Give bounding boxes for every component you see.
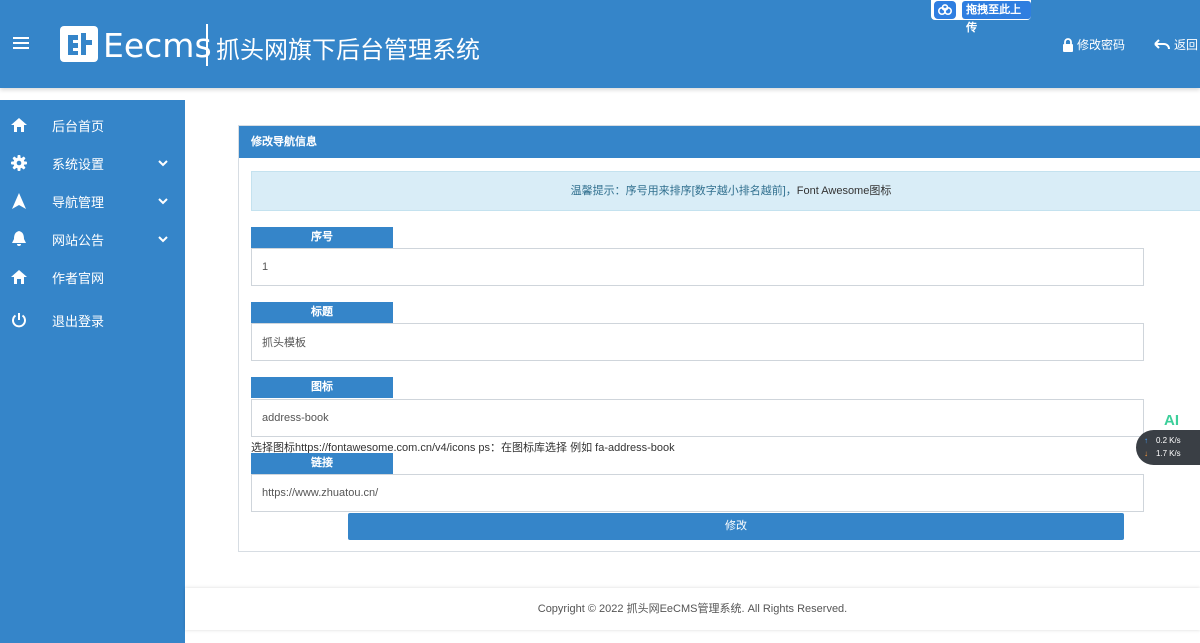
brand-name: Eecms (103, 26, 212, 65)
sidebar-item-label: 作者官网 (52, 270, 105, 286)
tip-text: 温馨提示：序号用来排序[数字越小排名越前]， (570, 185, 797, 197)
back-label: 返回 (1174, 38, 1199, 52)
upload-speed-row: ↑ 0.2 K/s (1144, 436, 1181, 445)
sidebar-item-logout[interactable]: 退出登录 (0, 305, 185, 335)
download-speed-unit: K/s (1169, 449, 1181, 458)
gear-icon (10, 155, 27, 172)
undo-icon (1154, 38, 1170, 49)
download-speed-value: 1.7 (1156, 449, 1168, 458)
order-input[interactable] (251, 248, 1144, 286)
upload-badge-label: 拖拽至此上传 (962, 1, 1031, 34)
title-input[interactable] (251, 323, 1144, 361)
sidebar-item-label: 导航管理 (52, 194, 105, 210)
link-label: 链接 (251, 453, 393, 474)
home-icon (10, 117, 27, 134)
sidebar-item-navigation[interactable]: 导航管理 (0, 186, 185, 216)
icon-label: 图标 (251, 377, 393, 398)
change-password-link[interactable]: 修改密码 (1062, 36, 1125, 53)
brand-divider (206, 24, 208, 66)
sidebar-item-label: 退出登录 (52, 313, 105, 329)
footer-copyright: Copyright © 2022 抓头网EeCMS管理系统. All Right… (185, 588, 1200, 630)
menu-toggle-icon[interactable] (13, 37, 29, 49)
download-speed-row: ↓ 1.7 K/s (1144, 449, 1181, 458)
edit-nav-panel: 修改导航信息 温馨提示：序号用来排序[数字越小排名越前]，Font Awesom… (238, 125, 1200, 552)
sidebar-item-label: 网站公告 (52, 232, 105, 248)
tip-fontawesome-text: Font Awesome图标 (796, 185, 892, 197)
submit-button[interactable]: 修改 (348, 513, 1124, 540)
change-password-label: 修改密码 (1077, 38, 1126, 52)
sidebar-item-label: 后台首页 (52, 118, 105, 134)
eecms-logo-icon (60, 26, 98, 62)
sidebar: 后台首页 系统设置 导航管理 网站公告 作者官网 退出登录 (0, 100, 185, 643)
network-speed-widget[interactable]: ↑ 0.2 K/s ↓ 1.7 K/s (1136, 430, 1200, 465)
brand-subtitle: 抓头网旗下后台管理系统 (216, 36, 480, 64)
sidebar-item-dashboard[interactable]: 后台首页 (0, 110, 185, 140)
sidebar-item-announcements[interactable]: 网站公告 (0, 224, 185, 254)
bell-icon (10, 231, 27, 248)
panel-title: 修改导航信息 (239, 126, 1200, 158)
sidebar-item-label: 系统设置 (52, 156, 105, 172)
order-label: 序号 (251, 227, 393, 248)
tip-alert: 温馨提示：序号用来排序[数字越小排名越前]，Font Awesome图标 (251, 171, 1200, 211)
download-arrow-icon: ↓ (1144, 449, 1148, 458)
chevron-down-icon (158, 198, 168, 205)
top-header: Eecms 抓头网旗下后台管理系统 拖拽至此上传 修改密码 返回 (0, 0, 1200, 88)
link-input[interactable] (251, 474, 1144, 512)
back-link[interactable]: 返回 (1153, 36, 1198, 53)
chevron-down-icon (158, 236, 168, 243)
sidebar-item-author-site[interactable]: 作者官网 (0, 262, 185, 292)
drag-upload-badge[interactable]: 拖拽至此上传 (931, 0, 1031, 34)
upload-speed-value: 0.2 (1156, 436, 1168, 445)
title-label: 标题 (251, 302, 393, 323)
navigation-arrow-icon (10, 193, 27, 210)
sidebar-item-settings[interactable]: 系统设置 (0, 148, 185, 178)
power-icon (10, 312, 27, 329)
chevron-down-icon (158, 160, 168, 167)
icon-input[interactable] (251, 399, 1144, 437)
cloud-upload-icon (934, 1, 957, 19)
lock-icon (1063, 37, 1073, 52)
ai-badge[interactable]: AI (1164, 412, 1179, 429)
upload-speed-unit: K/s (1169, 436, 1181, 445)
home-icon (10, 269, 27, 286)
upload-arrow-icon: ↑ (1144, 436, 1148, 445)
